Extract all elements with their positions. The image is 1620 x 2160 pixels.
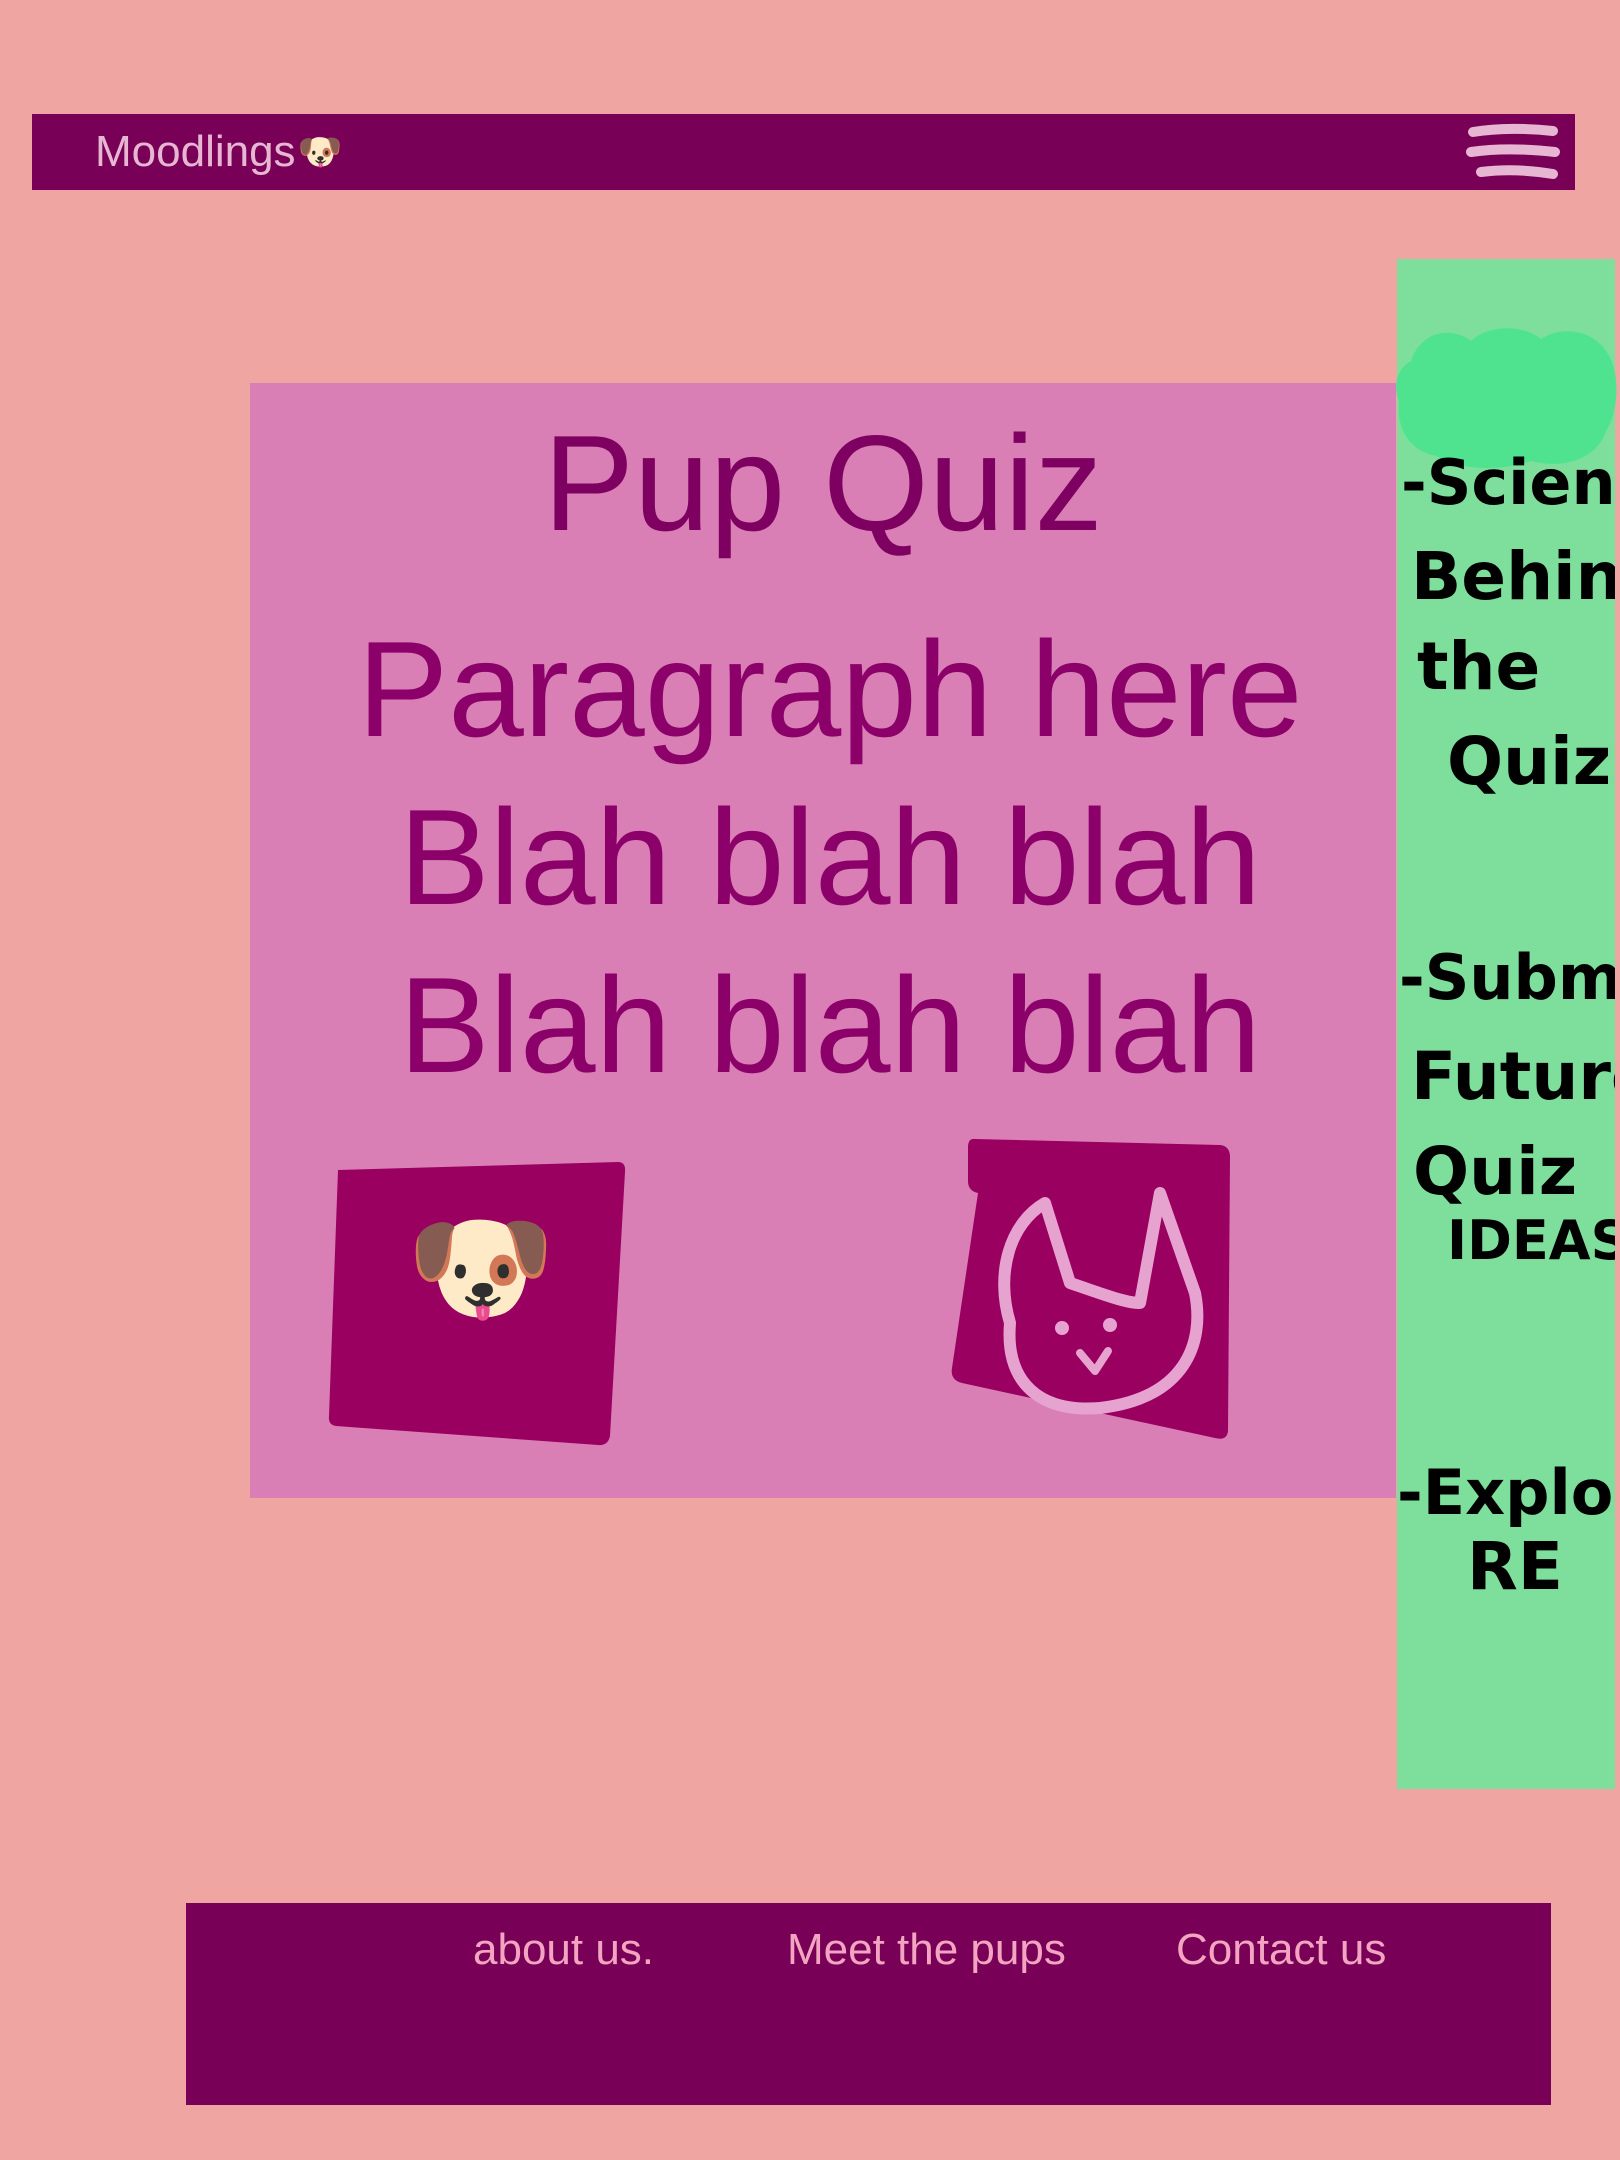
hand-line: RE bbox=[1467, 1528, 1563, 1605]
brand-name: Moodlings bbox=[95, 127, 296, 176]
sidebar-item-label: -Science Behind the Quiz bbox=[1401, 446, 1615, 800]
paragraph-line: Blah blah blah bbox=[398, 949, 1262, 1101]
sidebar-item-science[interactable]: -Science Behind the Quiz bbox=[1397, 444, 1615, 824]
brand-logo[interactable]: Moodlings 🐶 bbox=[95, 114, 342, 190]
hamburger-icon bbox=[1466, 123, 1560, 179]
cat-face-icon bbox=[998, 1187, 1204, 1415]
dog-face-icon: 🐶 bbox=[406, 1201, 556, 1335]
hand-line: -Science bbox=[1401, 446, 1615, 519]
quiz-paragraph: Paragraph here Blah blah blah Blah blah … bbox=[330, 605, 1330, 1109]
sidebar-item-label: -Submit Future Quiz IDEAS bbox=[1399, 941, 1615, 1272]
hand-line: -Explo bbox=[1397, 1456, 1613, 1529]
paragraph-line: Paragraph here bbox=[357, 613, 1303, 765]
page-title: Pup Quiz bbox=[543, 407, 1103, 559]
footer-link-about[interactable]: about us. bbox=[473, 1925, 654, 1975]
dog-face-icon: 🐶 bbox=[297, 131, 343, 172]
hand-line: Quiz bbox=[1447, 723, 1611, 800]
header-bar: Moodlings 🐶 bbox=[32, 114, 1575, 190]
hand-line: IDEAS bbox=[1447, 1209, 1615, 1272]
sidebar-item-explore[interactable]: -Explo RE bbox=[1397, 1419, 1615, 1619]
hand-line: -Submit bbox=[1399, 941, 1615, 1014]
sidebar-item-label: -Explo RE bbox=[1397, 1456, 1613, 1605]
sidebar-item-submit[interactable]: -Submit Future Quiz IDEAS bbox=[1397, 929, 1615, 1329]
paragraph-line: Blah blah blah bbox=[398, 781, 1262, 933]
hand-line: Future bbox=[1411, 1038, 1615, 1115]
footer-link-contact[interactable]: Contact us bbox=[1176, 1925, 1386, 1975]
hamburger-menu-button[interactable] bbox=[1463, 122, 1563, 190]
dog-tile-button[interactable]: 🐶 bbox=[328, 1158, 628, 1448]
sidebar-panel: -Science Behind the Quiz -Submit Future … bbox=[1396, 259, 1617, 1789]
hand-line: the bbox=[1417, 628, 1540, 705]
quiz-card: Pup Quiz Paragraph here Blah blah blah B… bbox=[250, 383, 1396, 1498]
footer-link-meet-the-pups[interactable]: Meet the pups bbox=[787, 1925, 1066, 1975]
footer-bar: about us. Meet the pups Contact us bbox=[186, 1903, 1551, 2105]
hand-line: Quiz bbox=[1413, 1133, 1577, 1210]
hand-line: Behind bbox=[1411, 538, 1615, 615]
cat-tile-button[interactable] bbox=[950, 1133, 1240, 1443]
